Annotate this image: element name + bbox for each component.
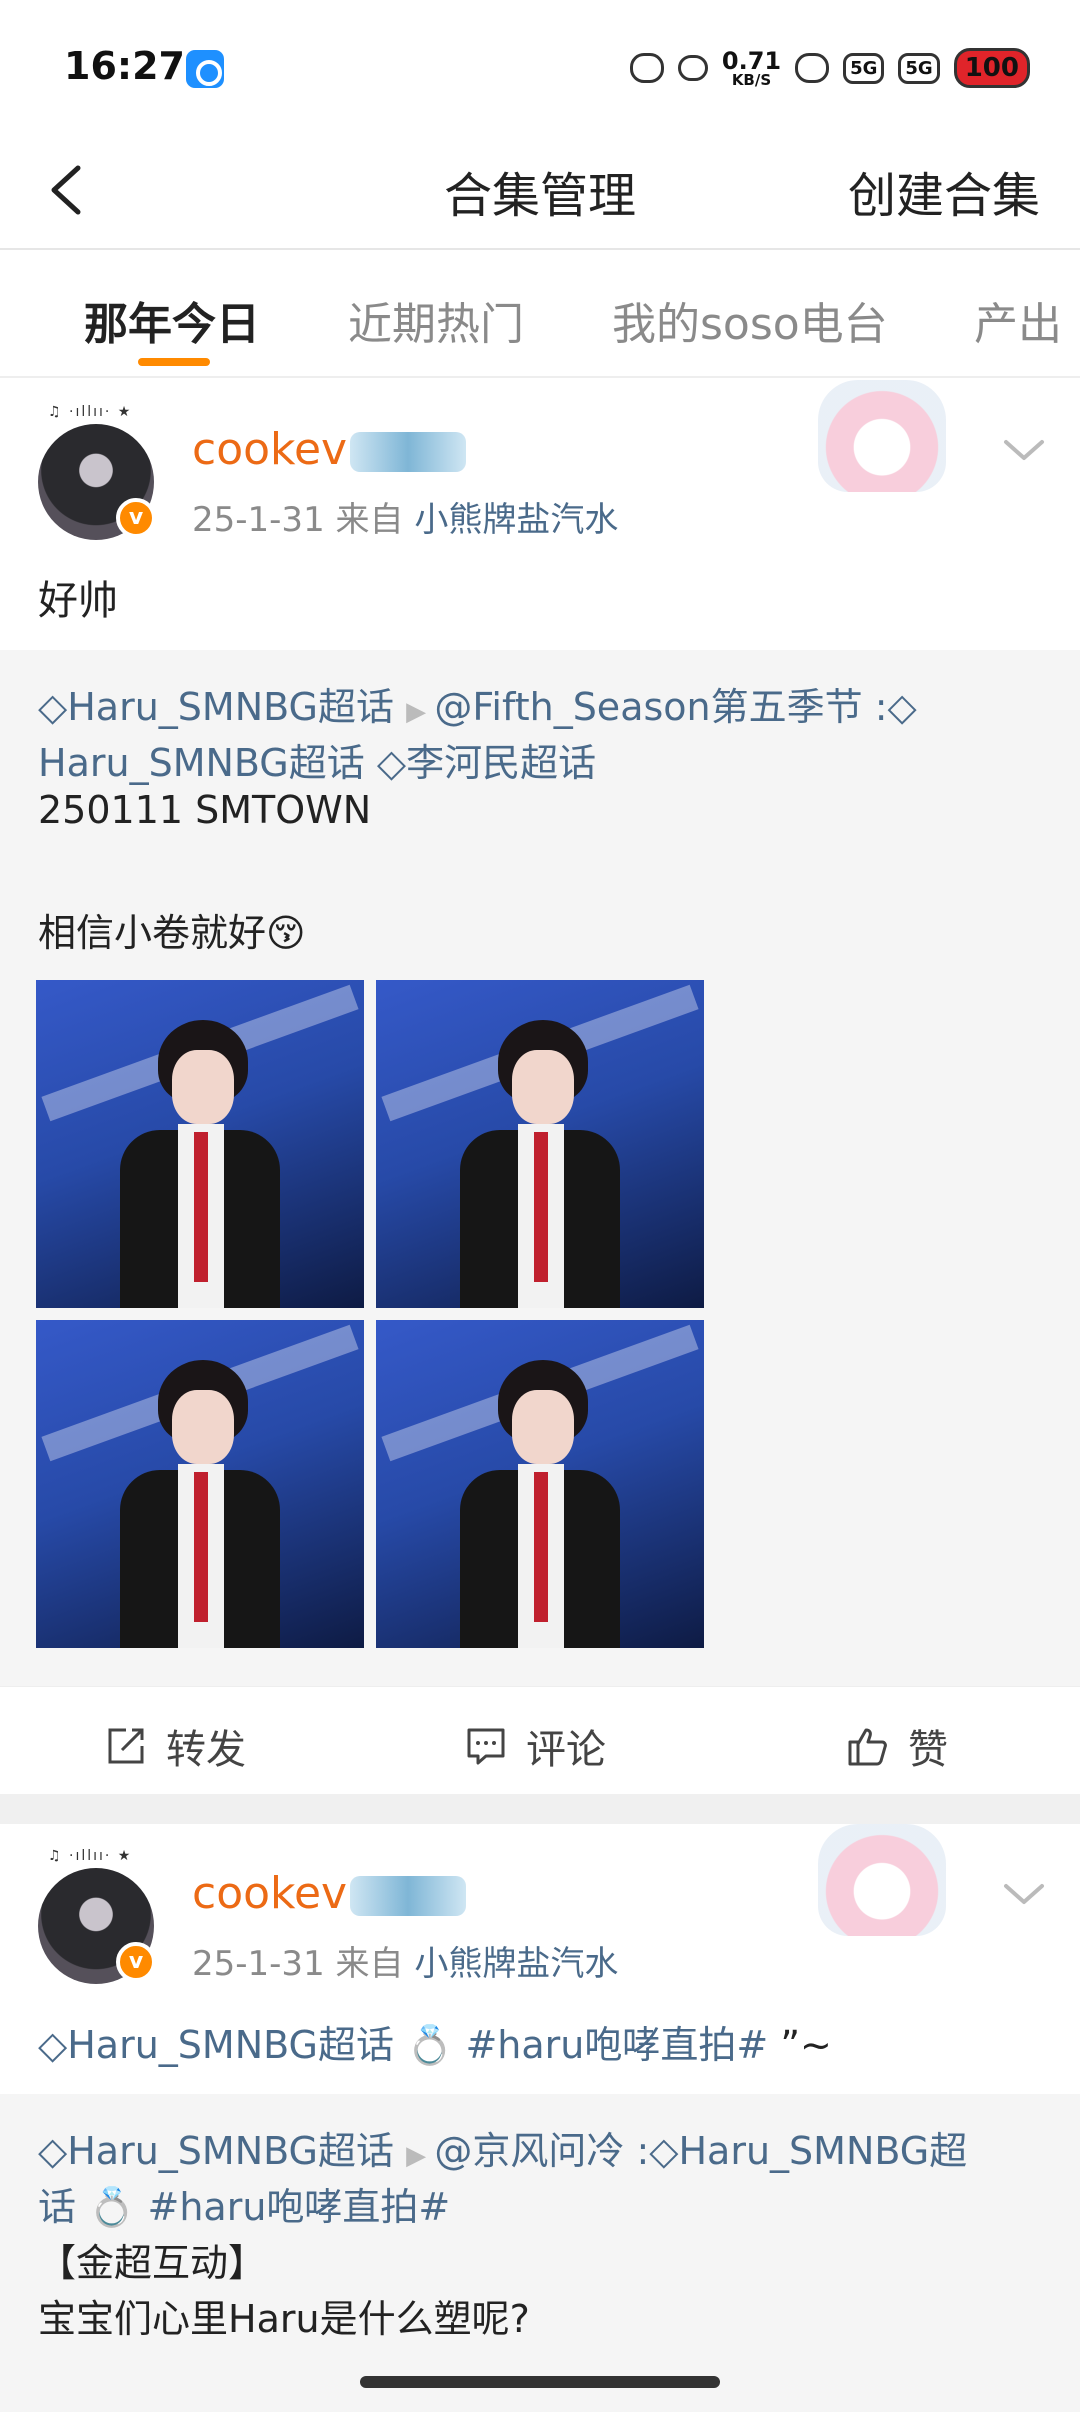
card-sticker-icon xyxy=(818,380,946,492)
diamond-icon: ◇ xyxy=(38,2023,68,2067)
signal-icon: 5G xyxy=(843,52,885,84)
hashtag-link[interactable]: #haru咆哮直拍# xyxy=(148,2185,451,2229)
network-speed: 0.71 KB/S xyxy=(722,49,781,88)
super-topic-link[interactable]: ◇Haru_SMNBG超话 xyxy=(38,685,394,729)
status-time: 16:27 xyxy=(64,44,185,88)
post-photo[interactable] xyxy=(36,980,364,1308)
post-card[interactable]: ♫ ·ıllıı· ★ v cookev 25-1-31 来自 小熊牌盐汽水 好… xyxy=(0,380,1080,650)
repost-line: ◇Haru_SMNBG超话 ▶ @Fifth_Season第五季节 :◇ xyxy=(38,676,917,731)
comment-button[interactable]: 评论 xyxy=(464,1717,606,1775)
status-icons: 0.71 KB/S 5G 5G 100 xyxy=(629,46,1030,90)
fan-badge-icon xyxy=(350,1876,466,1916)
source-prefix: 来自 xyxy=(335,500,404,540)
ring-emoji: 💍 xyxy=(393,2023,466,2067)
super-topic-link[interactable]: ◇Haru_SMNBG超话 xyxy=(38,2129,394,2173)
header: 合集管理 创建合集 xyxy=(0,130,1080,250)
post-card[interactable]: ♫ ·ıllıı· ★ v cookev 25-1-31 来自 小熊牌盐汽水 ◇… xyxy=(0,1824,1080,2094)
colon-text: : xyxy=(624,2129,650,2173)
post-actions: 转发 评论 赞 xyxy=(0,1686,1080,1794)
wifi-icon xyxy=(795,53,830,83)
bow-icon xyxy=(677,55,708,81)
diamond-icon: ◇ xyxy=(887,685,917,729)
status-bar: 16:27 0.71 KB/S 5G 5G 100 xyxy=(0,0,1080,130)
super-topic-link[interactable]: 话 xyxy=(38,2185,76,2229)
post-text: 好帅 xyxy=(38,578,118,624)
active-tab-indicator xyxy=(138,358,210,366)
post-source[interactable]: 小熊牌盐汽水 xyxy=(414,500,618,540)
back-arrow-icon[interactable] xyxy=(40,160,100,220)
comment-icon xyxy=(467,1728,505,1765)
battery-icon: 100 xyxy=(953,48,1030,88)
repost-label: 转发 xyxy=(166,1727,246,1773)
username[interactable]: cookev xyxy=(192,1868,347,1919)
repost-button[interactable]: 转发 xyxy=(104,1717,246,1775)
tab-output[interactable]: 产出 xyxy=(974,288,1062,352)
play-triangle-icon: ▶ xyxy=(406,697,435,727)
avatar-decoration-icon: ♫ ·ıllıı· ★ xyxy=(48,404,133,420)
chevron-down-icon[interactable] xyxy=(1000,426,1048,474)
network-speed-value: 0.71 xyxy=(721,46,782,75)
repost-text: 【金超互动】 xyxy=(38,2241,267,2285)
post-photo[interactable] xyxy=(36,1320,364,1648)
post-meta: 25-1-31 来自 小熊牌盐汽水 xyxy=(192,492,618,541)
verified-badge-icon: v xyxy=(116,1942,156,1982)
pet-icon xyxy=(629,53,664,83)
post-photo[interactable] xyxy=(376,1320,704,1648)
tab-bar: 那年今日 近期热门 我的soso电台 产出 xyxy=(0,252,1080,378)
verified-badge-icon: v xyxy=(116,498,156,538)
post-meta: 25-1-31 来自 小熊牌盐汽水 xyxy=(192,1936,618,1985)
create-collection-button[interactable]: 创建合集 xyxy=(848,156,1040,226)
diamond-icon: ◇ xyxy=(38,685,68,729)
username[interactable]: cookev xyxy=(192,424,347,475)
play-triangle-icon: ▶ xyxy=(406,2141,435,2171)
mention-link[interactable]: @京风问冷 xyxy=(434,2129,624,2173)
diamond-icon: ◇ xyxy=(38,2129,68,2173)
post-divider xyxy=(0,1794,1080,1824)
hashtag-link[interactable]: #haru咆哮直拍# xyxy=(465,2023,768,2067)
diamond-icon: ◇ xyxy=(649,2129,679,2173)
repost-text: 宝宝们心里Haru是什么塑呢? xyxy=(38,2297,530,2341)
comment-label: 评论 xyxy=(526,1727,606,1773)
super-topic-link[interactable]: ◇李河民超话 xyxy=(377,741,596,785)
app-notification-icon xyxy=(186,50,224,88)
repost-line: 话 💍 #haru咆哮直拍# xyxy=(38,2176,450,2231)
super-topic-link[interactable]: ◇Haru_SMNBG超 xyxy=(649,2129,967,2173)
super-topic-link[interactable]: Haru_SMNBG超话 xyxy=(38,741,365,785)
post-date: 25-1-31 xyxy=(192,1944,325,1984)
home-indicator[interactable] xyxy=(360,2376,720,2388)
mention-link[interactable]: @Fifth_Season第五季节 xyxy=(434,685,862,729)
post-source[interactable]: 小熊牌盐汽水 xyxy=(414,1944,618,1984)
like-label: 赞 xyxy=(908,1727,948,1773)
avatar-decoration-icon: ♫ ·ıllıı· ★ xyxy=(48,1848,133,1864)
super-topic-link[interactable]: ◇Haru_SMNBG超话 xyxy=(38,2023,394,2067)
signal-icon: 5G xyxy=(898,52,940,84)
post-text-tail: ”~ xyxy=(768,2023,832,2067)
repost-text: 250111 SMTOWN xyxy=(38,788,372,832)
network-speed-unit: KB/S xyxy=(731,70,772,89)
tab-recent-hot[interactable]: 近期热门 xyxy=(348,288,524,352)
source-prefix: 来自 xyxy=(335,1944,404,1984)
tab-on-this-day[interactable]: 那年今日 xyxy=(84,288,260,352)
tab-my-soso-radio[interactable]: 我的soso电台 xyxy=(612,288,888,352)
chevron-down-icon[interactable] xyxy=(1000,1870,1048,1918)
fan-badge-icon xyxy=(350,432,466,472)
repost-line: ◇Haru_SMNBG超话 ▶ @京风问冷 :◇Haru_SMNBG超 xyxy=(38,2120,967,2175)
repost-line: Haru_SMNBG超话 ◇李河民超话 xyxy=(38,732,596,787)
diamond-icon: ◇ xyxy=(376,741,407,785)
share-icon xyxy=(108,1728,144,1764)
like-button[interactable]: 赞 xyxy=(846,1717,948,1775)
reposted-content[interactable]: ◇Haru_SMNBG超话 ▶ @Fifth_Season第五季节 :◇ Har… xyxy=(0,650,1080,1686)
thumbs-up-icon xyxy=(848,1728,887,1766)
colon-text: : xyxy=(862,685,888,729)
post-photo[interactable] xyxy=(376,980,704,1308)
repost-text: 相信小卷就好😚 xyxy=(38,911,306,955)
reposted-content[interactable]: ◇Haru_SMNBG超话 ▶ @京风问冷 :◇Haru_SMNBG超 话 💍 … xyxy=(0,2094,1080,2412)
post-text: ◇Haru_SMNBG超话 💍 #haru咆哮直拍# ”~ xyxy=(38,2014,832,2069)
ring-emoji: 💍 xyxy=(76,2185,148,2229)
post-date: 25-1-31 xyxy=(192,500,325,540)
card-sticker-icon xyxy=(818,1824,946,1936)
